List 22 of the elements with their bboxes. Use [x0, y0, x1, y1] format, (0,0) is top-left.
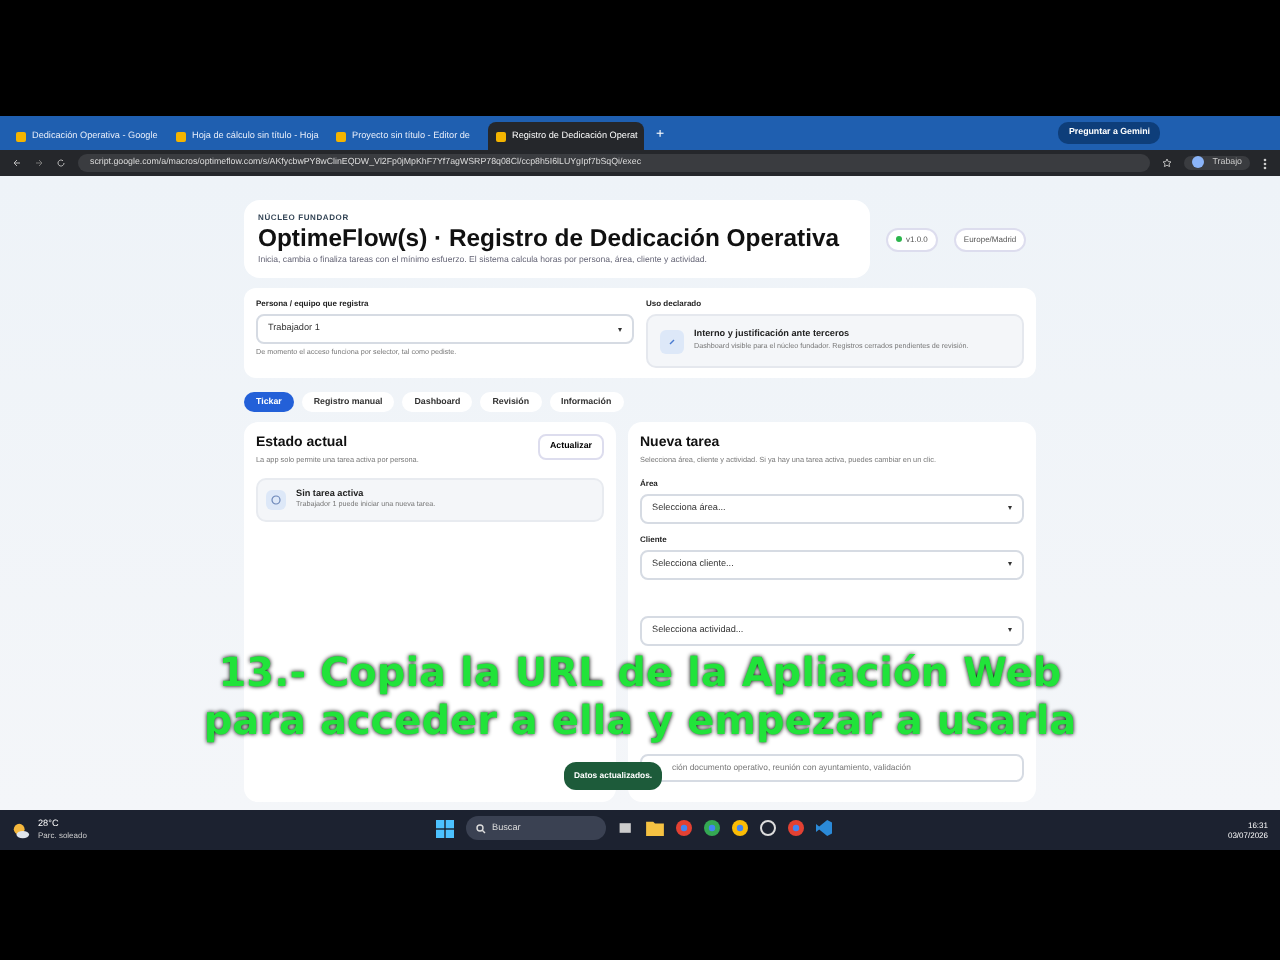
star-icon[interactable]	[1162, 158, 1173, 168]
favicon-icon	[336, 131, 346, 141]
status-dot-icon	[896, 236, 902, 243]
favicon-icon	[16, 131, 26, 141]
caption-text: 13.- Copia la URL de la Apliación Web	[218, 648, 1062, 697]
code-editor-icon[interactable]	[816, 820, 832, 836]
caption-text: para acceder a ella y empezar a usarla	[203, 696, 1077, 746]
back-icon[interactable]	[12, 158, 22, 168]
reload-icon[interactable]	[56, 158, 66, 168]
menu-icon[interactable]	[1262, 157, 1268, 169]
windows-icon[interactable]	[436, 819, 454, 837]
folder-icon[interactable]	[646, 820, 664, 836]
circle-icon	[266, 489, 286, 510]
task-view-icon[interactable]	[618, 820, 634, 836]
favicon-icon	[176, 131, 186, 141]
favicon-icon	[496, 131, 506, 141]
weather-icon[interactable]	[12, 821, 30, 839]
edit-icon	[660, 329, 684, 354]
forward-icon[interactable]	[34, 158, 44, 168]
avatar-icon	[1192, 156, 1205, 169]
search-icon	[476, 823, 486, 833]
app-title: OptimeFlow(s) · Registro de Dedicación Operativa	[258, 224, 842, 254]
